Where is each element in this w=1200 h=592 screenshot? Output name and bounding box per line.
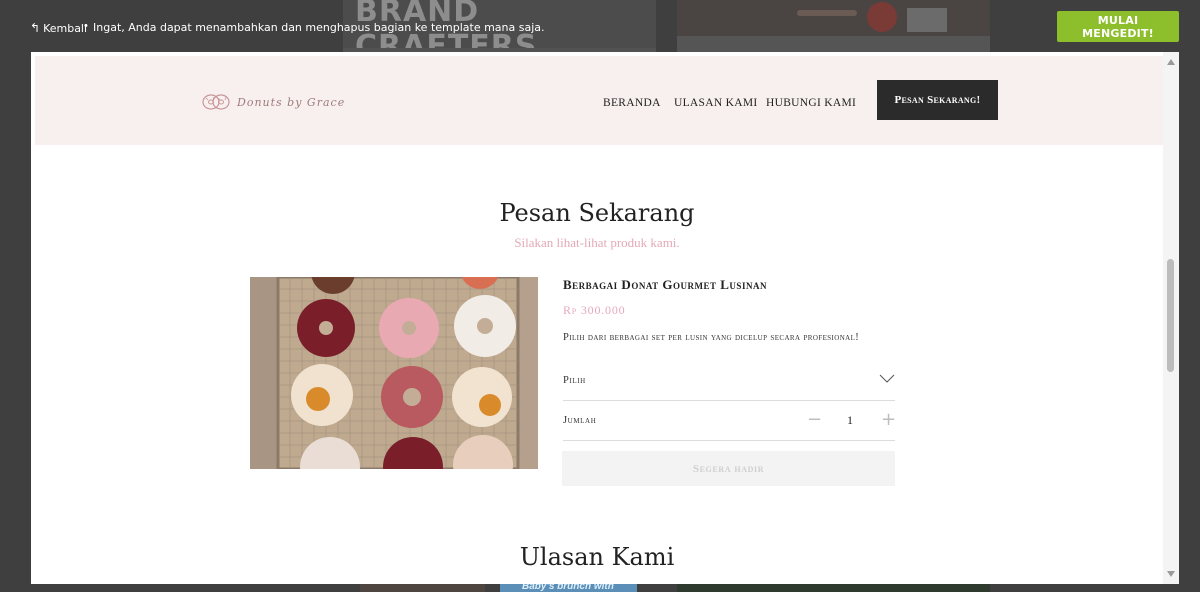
background-template-thumbnail (360, 583, 485, 592)
site-header: Donuts by Grace BERANDA ULASAN KAMI HUBU… (35, 56, 1163, 145)
reviews-section-title: Ulasan Kami (519, 543, 675, 571)
order-section-subtitle: Silakan lihat-lihat produk kami. (514, 235, 680, 250)
start-editing-button[interactable]: MULAI MENGEDIT! (1057, 11, 1179, 42)
order-section-title: Pesan Sekarang (499, 199, 695, 227)
nav-link-home[interactable]: BERANDA (603, 97, 661, 109)
nav-link-contact[interactable]: HUBUNGI KAMI (766, 97, 856, 109)
product-price: Rp 300.000 (563, 303, 626, 317)
quantity-label: Jumlah (563, 414, 597, 426)
logo-text: Donuts by Grace (237, 95, 346, 109)
editor-hint: Ingat, Anda dapat menambahkan dan mengha… (93, 21, 545, 34)
product-name: Berbagai Donat Gourmet Lusinan (563, 277, 767, 292)
quantity-value[interactable]: 1 (847, 413, 853, 428)
nav-link-reviews[interactable]: ULASAN KAMI (674, 97, 757, 109)
preview-scrollbar[interactable] (1163, 52, 1179, 584)
quantity-stepper: Jumlah − 1 + (563, 400, 896, 441)
template-preview: Donuts by Grace BERANDA ULASAN KAMI HUBU… (31, 52, 1179, 584)
quantity-increase-button[interactable]: + (881, 410, 896, 430)
thumbnail-text: Baby's brunch with (522, 583, 614, 592)
scroll-down-arrow-icon[interactable] (1167, 571, 1175, 577)
background-template-thumbnail (677, 583, 990, 592)
editor-topbar: ↰ Kembali • Ingat, Anda dapat menambahka… (0, 0, 1200, 52)
product-option-select[interactable]: Pilih (563, 360, 895, 401)
chevron-down-icon[interactable] (879, 374, 895, 384)
quantity-decrease-button[interactable]: − (807, 410, 822, 430)
coming-soon-button[interactable]: Segera hadir (562, 451, 895, 486)
separator-dot: • (84, 20, 88, 32)
scroll-up-arrow-icon[interactable] (1167, 59, 1175, 65)
background-template-thumbnail: Baby's brunch with (500, 583, 637, 592)
scrollbar-thumb[interactable] (1167, 259, 1174, 372)
select-label: Pilih (563, 374, 586, 386)
back-link[interactable]: ↰ Kembali (30, 21, 87, 35)
donut-logo-icon (202, 94, 230, 110)
product-image[interactable] (250, 277, 538, 469)
back-label: Kembali (43, 21, 88, 35)
reply-arrow-icon: ↰ (30, 21, 41, 35)
site-logo[interactable]: Donuts by Grace (201, 91, 345, 113)
order-now-button[interactable]: Pesan Sekarang! (877, 80, 998, 120)
product-description: Pilih dari berbagai set per lusin yang d… (563, 332, 860, 343)
